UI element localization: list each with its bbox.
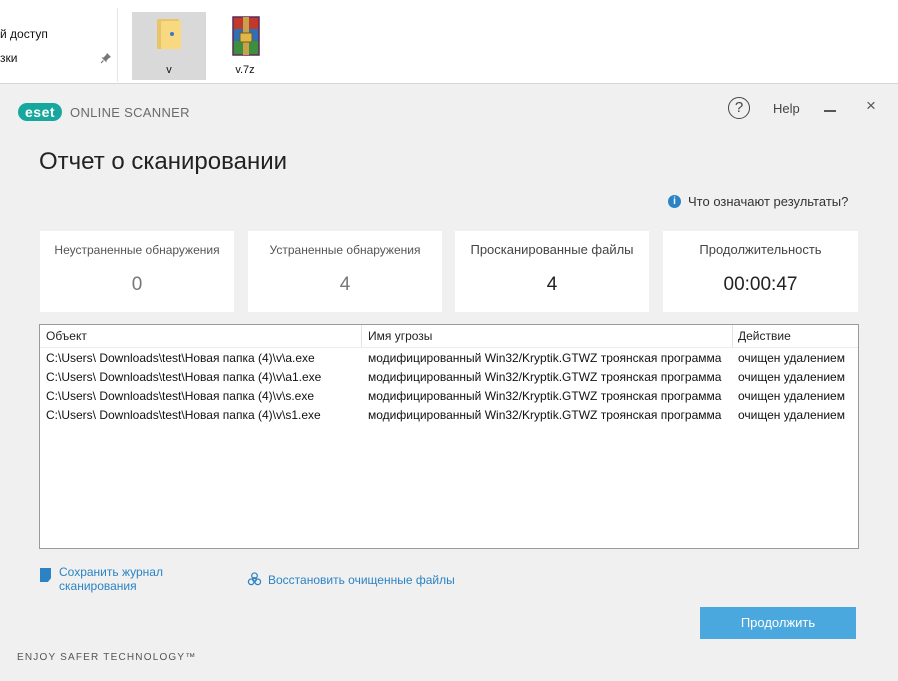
folder-icon (157, 19, 181, 49)
stat-card-unresolved: Неустраненные обнаружения 0 (40, 231, 234, 312)
table-header: Объект Имя угрозы Действие (40, 325, 858, 348)
logo-text: ONLINE SCANNER (70, 104, 190, 120)
minimize-button[interactable] (824, 98, 838, 114)
page-title: Отчет о сканировании (39, 148, 288, 175)
save-log-line1: Сохранить журнал (59, 565, 163, 579)
stat-card-scanned-files: Просканированные файлы 4 (455, 231, 649, 312)
column-divider[interactable] (732, 325, 733, 347)
column-header-action[interactable]: Действие (738, 329, 791, 343)
cell-object: C:\Users\ Downloads\test\Новая папка (4)… (46, 370, 322, 384)
stat-card-duration: Продолжительность 00:00:47 (663, 231, 858, 312)
column-header-object[interactable]: Объект (46, 329, 87, 343)
cell-threat: модифицированный Win32/Kryptik.GTWZ троя… (368, 351, 722, 365)
file-name: v.7z (235, 64, 255, 76)
column-header-threat[interactable]: Имя угрозы (368, 329, 432, 343)
eset-logo: eset ONLINE SCANNER (18, 102, 190, 122)
stat-caption: Неустраненные обнаружения (54, 243, 220, 257)
stat-caption: Устраненные обнаружения (269, 243, 421, 257)
stat-caption: Просканированные файлы (470, 242, 634, 257)
cell-threat: модифицированный Win32/Kryptik.GTWZ троя… (368, 408, 722, 422)
save-log-line2: сканирования (59, 579, 137, 593)
nav-item-downloads[interactable]: зки (0, 51, 17, 65)
cell-action: очищен удалением (738, 389, 845, 403)
document-icon (40, 568, 51, 582)
help-link[interactable]: Help (773, 101, 800, 116)
footer-tagline: ENJOY SAFER TECHNOLOGY™ (17, 652, 197, 663)
help-icon[interactable]: ? (728, 97, 750, 119)
cell-action: очищен удалением (738, 351, 845, 365)
table-row[interactable]: C:\Users\ Downloads\test\Новая папка (4)… (40, 370, 858, 389)
cell-action: очищен удалением (738, 408, 845, 422)
pin-icon (100, 53, 111, 64)
cell-object: C:\Users\ Downloads\test\Новая папка (4)… (46, 351, 315, 365)
info-icon: i (668, 195, 681, 208)
explorer-background: й доступ зки v v.7z (0, 0, 898, 84)
nav-item-quick-access[interactable]: й доступ (0, 27, 48, 41)
eset-scanner-window: eset ONLINE SCANNER ? Help × Отчет о ска… (0, 83, 898, 681)
stat-value: 00:00:47 (723, 274, 798, 295)
cell-object: C:\Users\ Downloads\test\Новая папка (4)… (46, 408, 321, 422)
cell-object: C:\Users\ Downloads\test\Новая папка (4)… (46, 389, 315, 403)
results-info-link[interactable]: i Что означают результаты? (668, 194, 848, 209)
cell-action: очищен удалением (738, 370, 845, 384)
winrar-archive-icon (232, 16, 260, 56)
detections-table[interactable]: Объект Имя угрозы Действие C:\Users\ Dow… (39, 324, 859, 549)
cell-threat: модифицированный Win32/Kryptik.GTWZ троя… (368, 389, 722, 403)
continue-button[interactable]: Продолжить (700, 607, 856, 639)
table-row[interactable]: C:\Users\ Downloads\test\Новая папка (4)… (40, 351, 858, 370)
results-info-label: Что означают результаты? (688, 194, 849, 209)
stat-value: 4 (339, 274, 351, 295)
pane-separator (117, 8, 118, 82)
stat-card-resolved: Устраненные обнаружения 4 (248, 231, 442, 312)
logo-badge: eset (18, 103, 63, 121)
close-button[interactable]: × (866, 96, 876, 116)
file-name: v (166, 64, 172, 76)
file-archive-v7z[interactable]: v.7z (208, 12, 282, 80)
stat-value: 4 (546, 274, 558, 295)
biohazard-icon (247, 572, 262, 586)
file-folder-v[interactable]: v (132, 12, 206, 80)
stat-caption: Продолжительность (699, 242, 822, 257)
stat-value: 0 (131, 274, 143, 295)
restore-files-link[interactable]: Восстановить очищенные файлы (247, 572, 455, 587)
table-row[interactable]: C:\Users\ Downloads\test\Новая папка (4)… (40, 408, 858, 427)
column-divider[interactable] (361, 325, 362, 347)
save-log-link[interactable]: Сохранить журнал сканирования (40, 565, 163, 593)
table-row[interactable]: C:\Users\ Downloads\test\Новая папка (4)… (40, 389, 858, 408)
restore-files-label: Восстановить очищенные файлы (268, 572, 455, 587)
cell-threat: модифицированный Win32/Kryptik.GTWZ троя… (368, 370, 722, 384)
